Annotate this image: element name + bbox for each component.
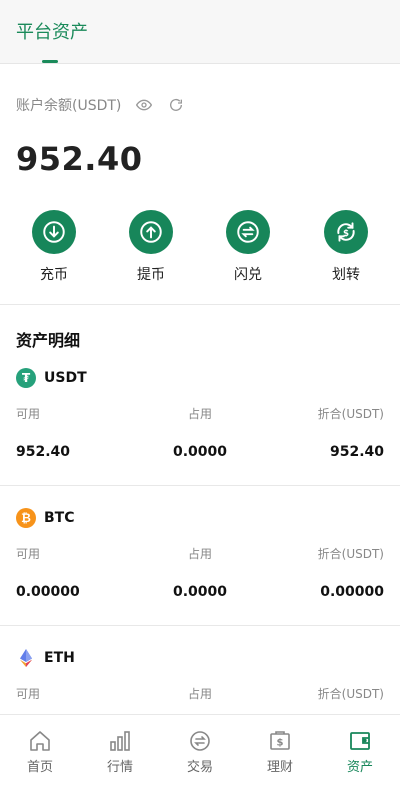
wallet-icon — [350, 732, 370, 750]
converted-value: 952.40 — [329, 444, 384, 460]
usdt-icon: ₮ — [16, 368, 36, 388]
action-buttons: 充币 提币 闪兑 $ 划转 — [0, 210, 400, 286]
divider — [0, 625, 400, 626]
converted-header: 折合(USDT) — [317, 547, 384, 561]
asset-symbol: USDT — [44, 370, 87, 386]
divider — [0, 485, 400, 486]
section-title: 资产明细 — [16, 331, 81, 350]
converted-header: 折合(USDT) — [317, 407, 384, 421]
swap-label: 闪兑 — [234, 267, 262, 283]
nav-home[interactable]: 首页 — [0, 729, 80, 775]
deposit-button[interactable]: 充币 — [14, 210, 94, 284]
nav-finance[interactable]: $ 理财 — [240, 729, 320, 775]
market-icon — [110, 731, 130, 751]
balance-label: 账户余额(USDT) — [16, 98, 122, 114]
eye-icon[interactable] — [135, 96, 153, 114]
nav-label: 资产 — [346, 760, 373, 775]
bottom-nav: 首页 行情 交易 $ 理财 资产 — [0, 714, 400, 800]
swap-icon — [226, 210, 270, 254]
withdraw-button[interactable]: 提币 — [111, 210, 191, 284]
swap-button[interactable]: 闪兑 — [208, 210, 288, 284]
tab-indicator — [42, 60, 58, 63]
nav-assets[interactable]: 资产 — [320, 729, 400, 775]
transfer-label: 划转 — [332, 267, 360, 283]
svg-text:$: $ — [343, 229, 349, 239]
asset-header: ETH — [16, 647, 75, 669]
deposit-label: 充币 — [40, 267, 68, 283]
balance-label-row: 账户余额(USDT) — [16, 94, 185, 116]
withdraw-icon — [129, 210, 173, 254]
nav-trade[interactable]: 交易 — [160, 729, 240, 775]
nav-label: 首页 — [26, 760, 53, 775]
nav-label: 交易 — [186, 760, 213, 775]
converted-header: 折合(USDT) — [317, 687, 384, 701]
nav-label: 行情 — [106, 760, 133, 775]
asset-header: ₿ BTC — [16, 507, 75, 529]
converted-value: 0.00000 — [320, 584, 384, 600]
nav-label: 理财 — [266, 760, 293, 775]
svg-text:$: $ — [277, 738, 284, 749]
asset-header: ₮ USDT — [16, 367, 87, 389]
nav-market[interactable]: 行情 — [80, 729, 160, 775]
divider — [0, 304, 400, 305]
transfer-button[interactable]: $ 划转 — [306, 210, 386, 284]
top-bar: 平台资产 — [0, 0, 400, 64]
eth-icon — [16, 648, 36, 668]
balance-value: 952.40 — [16, 140, 143, 178]
tab-platform-assets[interactable]: 平台资产 — [16, 18, 88, 44]
trade-icon — [190, 731, 210, 751]
transfer-icon: $ — [324, 210, 368, 254]
btc-icon: ₿ — [16, 508, 36, 528]
home-icon — [30, 731, 50, 751]
deposit-icon — [32, 210, 76, 254]
finance-icon: $ — [270, 731, 290, 750]
refresh-icon[interactable] — [167, 96, 185, 114]
asset-symbol: ETH — [44, 650, 75, 666]
asset-symbol: BTC — [44, 510, 75, 526]
asset-row-usdt[interactable]: ₮ USDT 可用 占用 折合(USDT) 952.40 0.0000 952.… — [0, 367, 400, 507]
withdraw-label: 提币 — [137, 267, 165, 283]
asset-row-btc[interactable]: ₿ BTC 可用 占用 折合(USDT) 0.00000 0.0000 0.00… — [0, 507, 400, 647]
